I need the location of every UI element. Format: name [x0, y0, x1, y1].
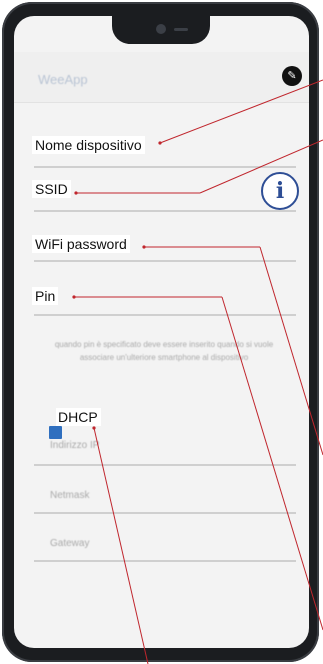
pin-help-text: quando pin è specificato deve essere ins…	[54, 340, 274, 362]
device-name-field[interactable]	[34, 166, 296, 168]
camera-notch	[111, 16, 210, 44]
info-icon[interactable]: i	[261, 172, 299, 210]
label-pin: Pin	[32, 287, 59, 305]
label-device-name: Nome dispositivo	[32, 136, 145, 154]
app-screen: WeeApp ✎ quando pin è specificato deve e…	[14, 16, 309, 648]
netmask-underline	[34, 512, 296, 514]
gateway-underline	[34, 560, 296, 562]
wifi-password-field[interactable]	[34, 260, 296, 262]
speaker-icon	[173, 28, 188, 31]
netmask-field[interactable]: Netmask	[50, 490, 89, 501]
app-title: WeeApp	[38, 72, 88, 87]
ip-address-underline	[34, 464, 296, 466]
label-wifi-password: WiFi password	[32, 235, 130, 253]
edit-icon[interactable]: ✎	[282, 66, 302, 86]
app-header: WeeApp ✎	[14, 52, 309, 103]
pin-field[interactable]	[34, 314, 296, 316]
ssid-field[interactable]	[34, 210, 296, 212]
dhcp-checkbox[interactable]	[49, 426, 62, 439]
phone-frame: WeeApp ✎ quando pin è specificato deve e…	[2, 2, 319, 662]
label-dhcp: DHCP	[56, 408, 101, 426]
ip-address-field[interactable]: Indirizzo IP	[50, 440, 99, 451]
label-ssid: SSID	[32, 180, 71, 198]
camera-icon	[155, 24, 166, 34]
gateway-field[interactable]: Gateway	[50, 538, 89, 549]
